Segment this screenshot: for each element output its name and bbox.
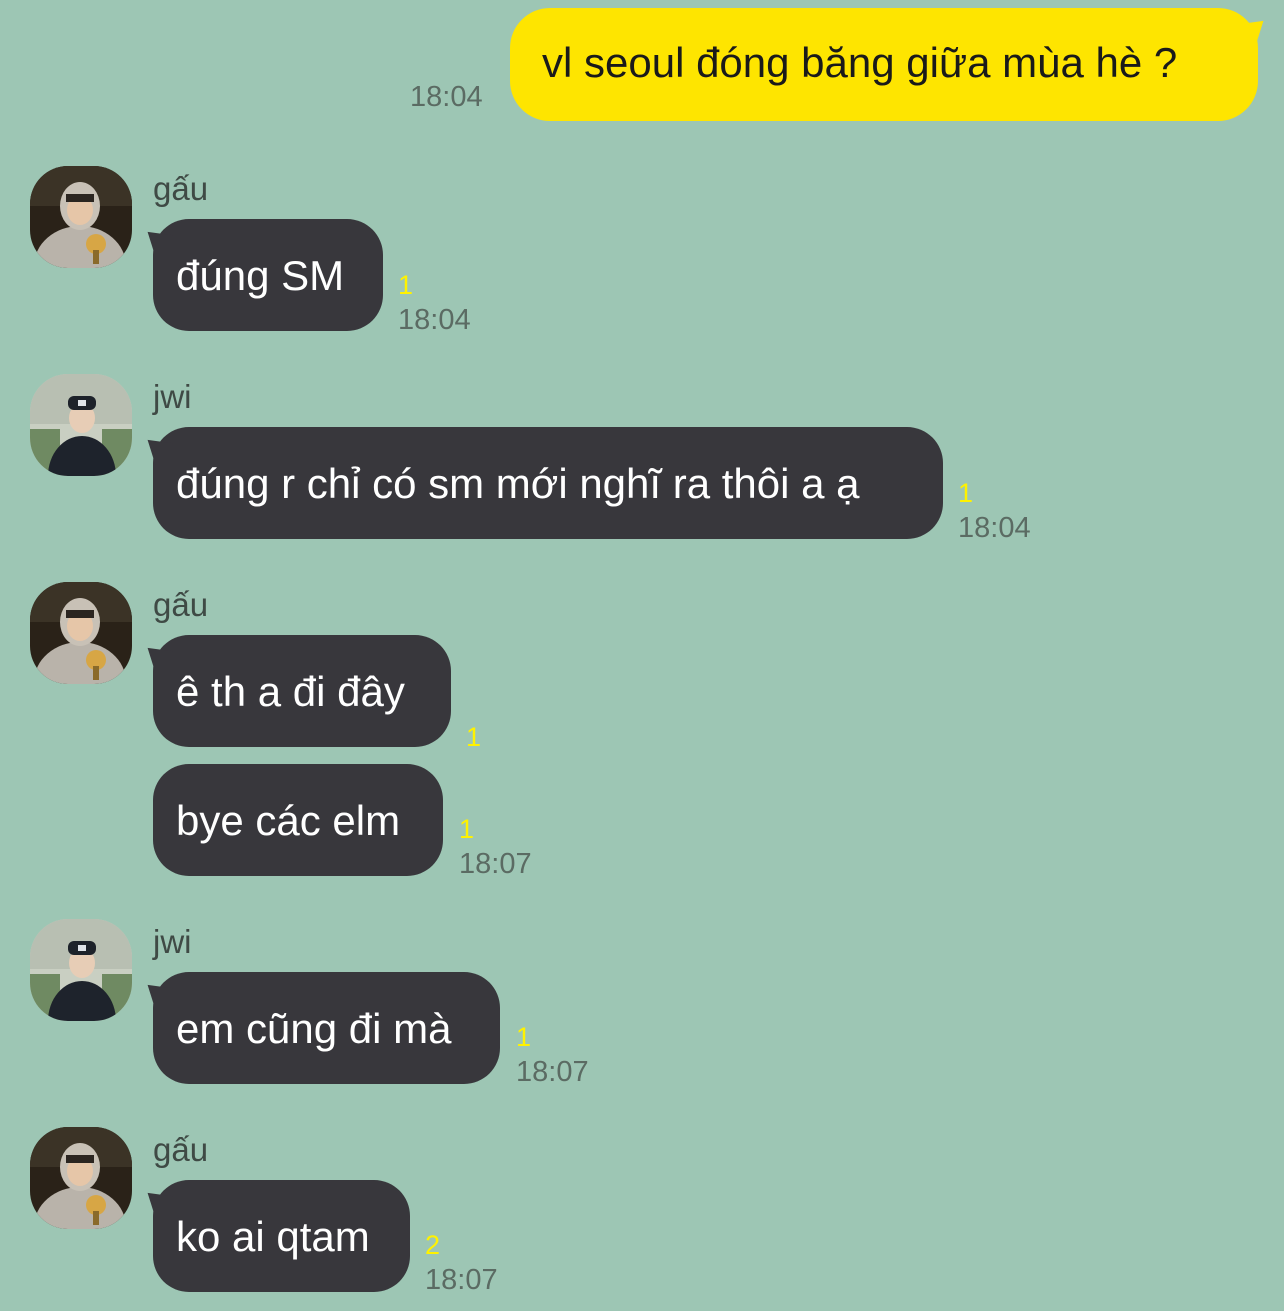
user-avatar-photo-icon xyxy=(30,582,132,684)
sender-name: jwi xyxy=(153,923,192,960)
avatar-gau[interactable] xyxy=(30,166,132,268)
avatar-jwi[interactable] xyxy=(30,374,132,476)
message-text: đúng r chỉ có sm mới nghĩ ra thôi a ạ xyxy=(176,460,860,507)
unread-count: 2 xyxy=(425,1230,441,1260)
message-text: ê th a đi đây xyxy=(176,668,405,715)
message-time: 18:04 xyxy=(398,304,471,336)
unread-count: 1 xyxy=(466,722,482,752)
message-time: 18:07 xyxy=(425,1264,498,1296)
incoming-message-bubble[interactable]: ê th a đi đây xyxy=(153,635,451,747)
message-time: 18:07 xyxy=(459,848,532,880)
message-time: 18:07 xyxy=(516,1056,589,1088)
message-text: bye các elm xyxy=(176,797,401,844)
avatar-jwi[interactable] xyxy=(30,919,132,1021)
avatar-gau[interactable] xyxy=(30,1127,132,1229)
user-avatar-photo-icon xyxy=(30,1127,132,1229)
message-time: 18:04 xyxy=(958,512,1031,544)
message-text: đúng SM xyxy=(176,252,345,299)
user-avatar-photo-icon xyxy=(30,166,132,268)
outgoing-message-bubble[interactable]: vl seoul đóng băng giữa mùa hè ? xyxy=(510,8,1258,121)
message-text: vl seoul đóng băng giữa mùa hè ? xyxy=(542,39,1178,86)
incoming-message-bubble[interactable]: em cũng đi mà xyxy=(153,972,500,1084)
unread-count: 1 xyxy=(398,270,414,300)
message-time: 18:04 xyxy=(410,81,483,113)
message-text: ko ai qtam xyxy=(176,1213,370,1260)
unread-count: 1 xyxy=(958,478,974,508)
unread-count: 1 xyxy=(459,814,475,844)
sender-name: gấu xyxy=(153,1131,209,1168)
incoming-message-bubble[interactable]: đúng SM xyxy=(153,219,383,331)
incoming-message-bubble[interactable]: đúng r chỉ có sm mới nghĩ ra thôi a ạ xyxy=(153,427,943,539)
avatar-gau[interactable] xyxy=(30,582,132,684)
incoming-message-bubble[interactable]: bye các elm xyxy=(153,764,443,876)
sender-name: gấu xyxy=(153,170,209,207)
unread-count: 1 xyxy=(516,1022,532,1052)
sender-name: jwi xyxy=(153,378,192,415)
message-text: em cũng đi mà xyxy=(176,1005,452,1052)
sender-name: gấu xyxy=(153,586,209,623)
incoming-message-bubble[interactable]: ko ai qtam xyxy=(153,1180,410,1292)
user-avatar-photo-icon xyxy=(30,919,132,1021)
user-avatar-photo-icon xyxy=(30,374,132,476)
